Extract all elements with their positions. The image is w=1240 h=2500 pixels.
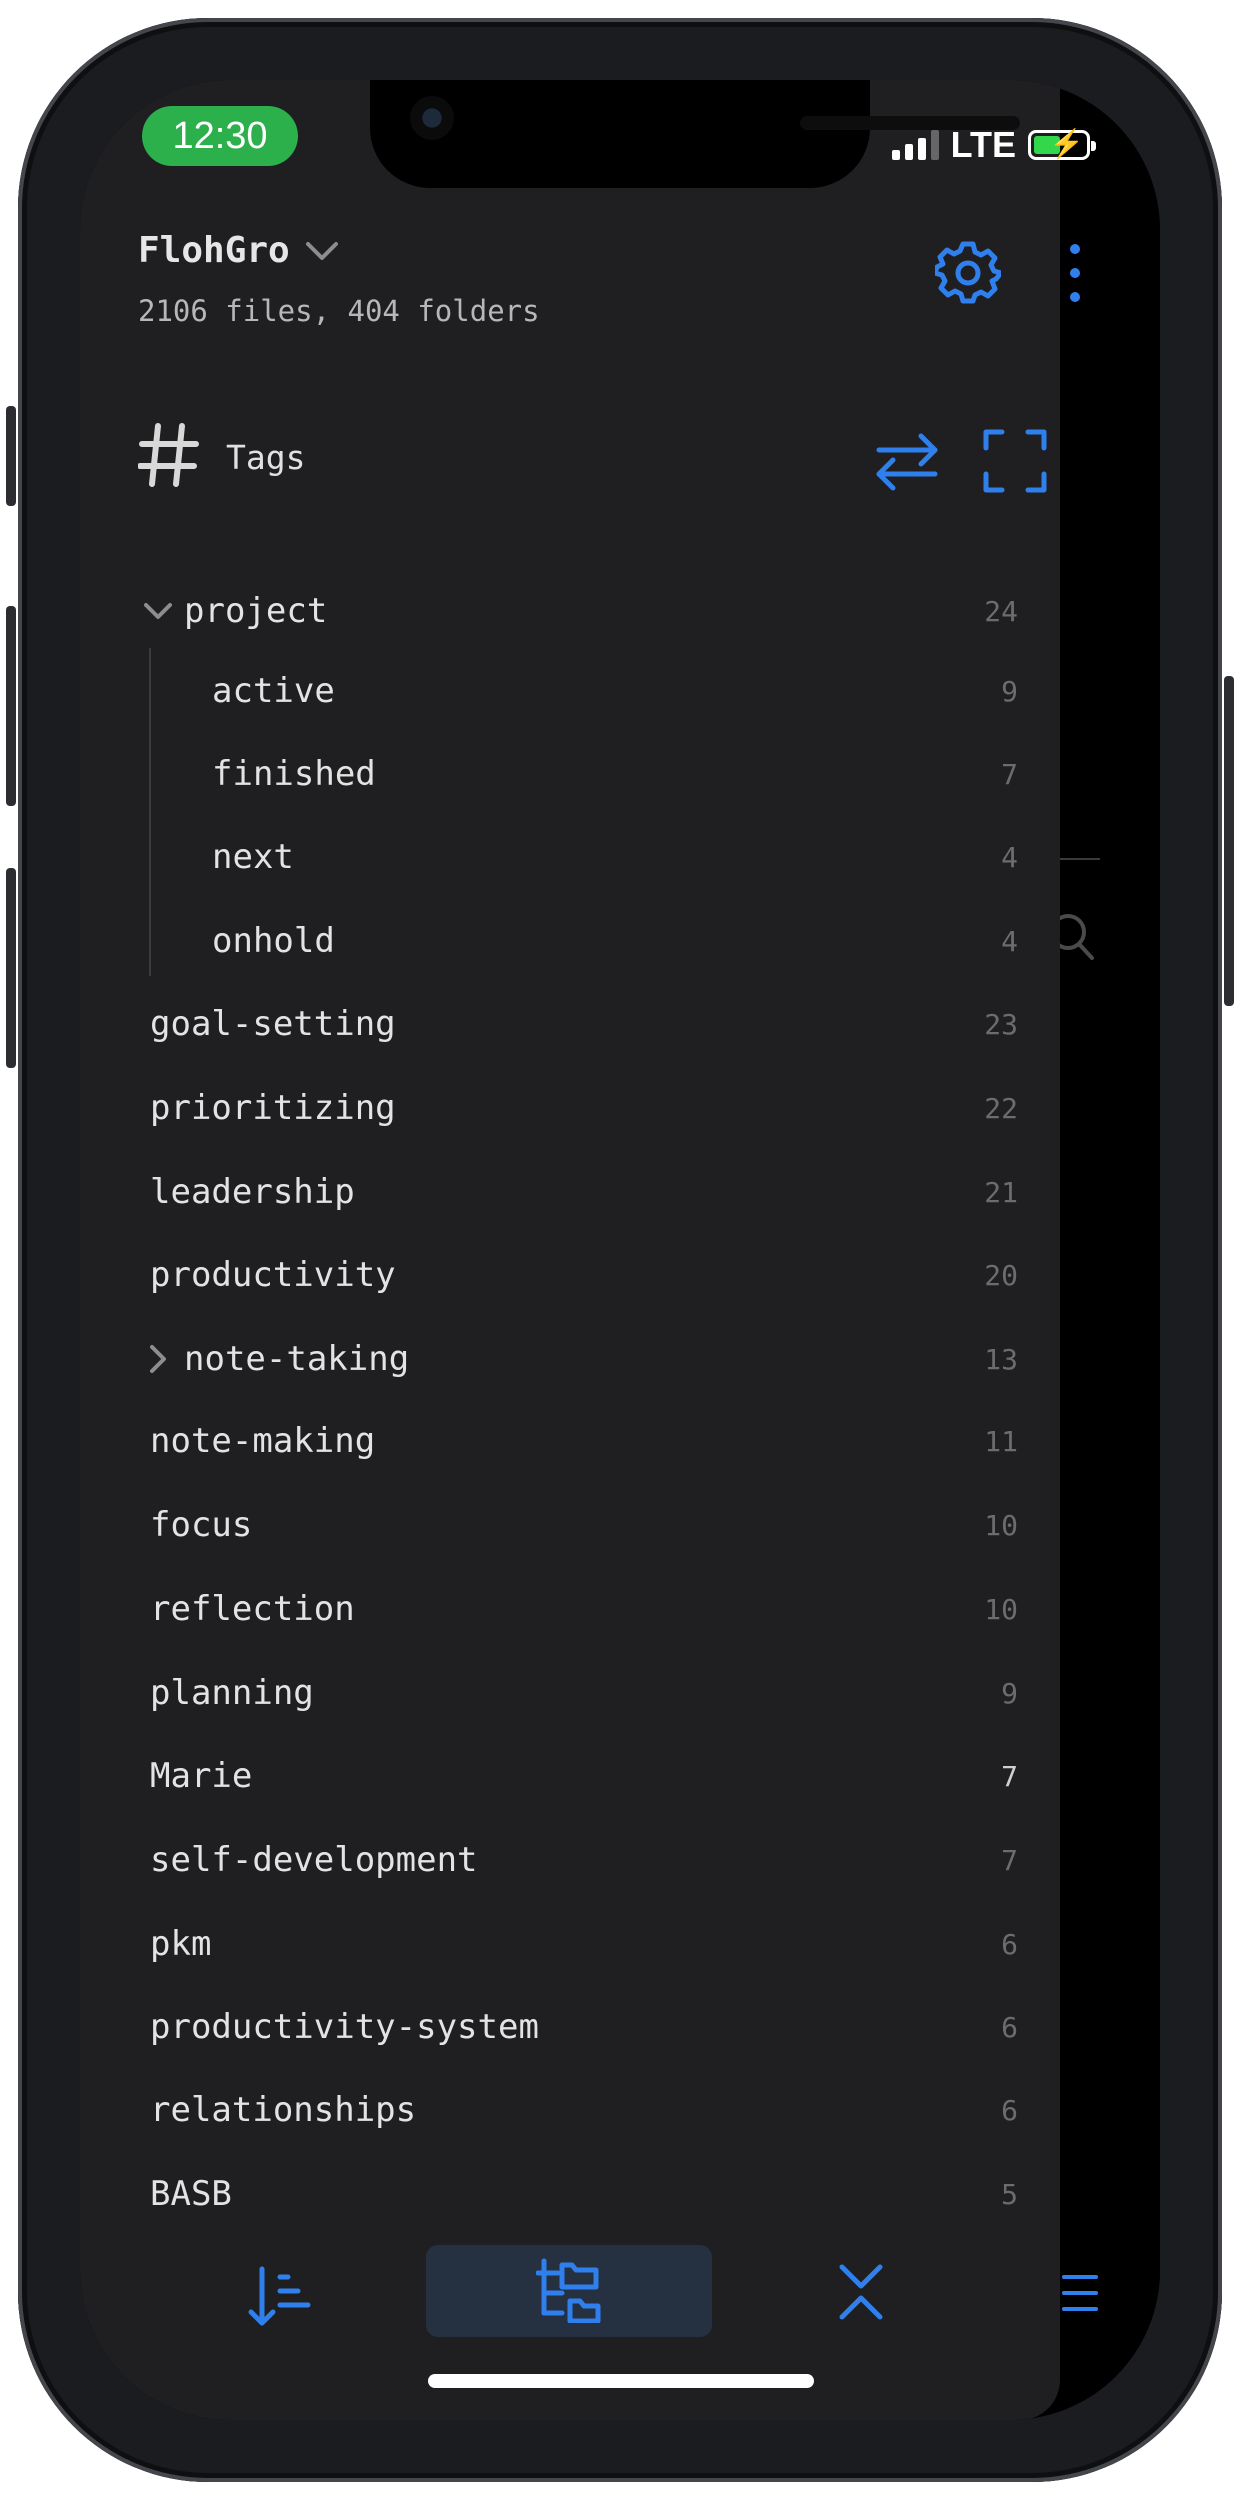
vault-summary: 2106 files, 404 folders — [138, 294, 540, 328]
more-vertical-icon[interactable] — [1068, 242, 1082, 304]
power-button — [1224, 676, 1234, 1006]
tag-row-reflection[interactable]: reflection 10 — [150, 1579, 1018, 1639]
tag-name: BASB — [150, 2174, 232, 2214]
collapse-icon[interactable] — [836, 2261, 886, 2321]
tag-name: prioritizing — [150, 1088, 396, 1128]
sort-icon[interactable] — [246, 2263, 314, 2331]
tag-count: 23 — [984, 1007, 1018, 1041]
background-content — [1080, 80, 1160, 2420]
home-indicator[interactable] — [428, 2374, 814, 2388]
tag-name: focus — [150, 1505, 253, 1545]
tag-name: note-making — [150, 1421, 376, 1461]
tag-name: self-development — [150, 1840, 478, 1880]
tree-guide-line — [149, 648, 151, 976]
tag-row-productivity[interactable]: productivity 20 — [150, 1245, 1018, 1305]
screen: FlohGro 2106 files, 404 folders Tags pro… — [80, 80, 1160, 2420]
action-button — [6, 406, 16, 506]
tag-name: goal-setting — [150, 1004, 396, 1044]
tag-name: planning — [150, 1673, 314, 1713]
tag-row-project[interactable]: project 24 — [138, 581, 1018, 641]
tag-count: 20 — [984, 1258, 1018, 1292]
tag-count: 10 — [984, 1508, 1018, 1542]
tag-row-active[interactable]: active 9 — [212, 661, 1018, 721]
bottom-toolbar — [80, 2245, 1060, 2355]
tag-row-pkm[interactable]: pkm 6 — [150, 1914, 1018, 1974]
swap-arrows-icon[interactable] — [873, 430, 941, 494]
tags-header: Tags — [138, 420, 1047, 510]
chevron-down-icon[interactable] — [138, 591, 178, 631]
chevron-down-icon — [305, 241, 338, 260]
tag-row-basb[interactable]: BASB 5 — [150, 2164, 1018, 2224]
volume-up-button — [6, 606, 16, 806]
tag-count: 24 — [984, 594, 1018, 628]
tags-drawer: FlohGro 2106 files, 404 folders Tags pro… — [80, 80, 1080, 2420]
tag-row-onhold[interactable]: onhold 4 — [212, 911, 1018, 971]
tag-row-leadership[interactable]: leadership 21 — [150, 1162, 1018, 1222]
tag-name: productivity-system — [150, 2007, 539, 2047]
fullscreen-icon[interactable] — [982, 428, 1048, 494]
tag-count: 6 — [1001, 1927, 1018, 1961]
tag-name: finished — [212, 754, 376, 794]
signal-icon — [891, 130, 939, 160]
tag-name: Marie — [150, 1756, 253, 1796]
tag-row-focus[interactable]: focus 10 — [150, 1495, 1018, 1555]
tag-row-self-development[interactable]: self-development 7 — [150, 1830, 1018, 1890]
tag-name: leadership — [150, 1172, 355, 1212]
tag-count: 21 — [984, 1175, 1018, 1209]
tag-count: 6 — [1001, 2093, 1018, 2127]
hash-icon — [138, 423, 199, 487]
tag-count: 7 — [1001, 757, 1018, 791]
tag-row-productivity-system[interactable]: productivity-system 6 — [150, 1997, 1018, 2057]
tag-name: relationships — [150, 2090, 417, 2130]
camera — [410, 96, 454, 140]
chevron-right-icon[interactable] — [138, 1339, 178, 1379]
tag-name: next — [212, 837, 294, 877]
vault-switcher[interactable]: FlohGro — [138, 230, 340, 271]
tag-name: active — [212, 671, 335, 711]
tag-name: project — [184, 591, 328, 631]
tag-row-marie[interactable]: Marie 7 — [150, 1746, 1018, 1806]
status-time: 12:30 — [142, 106, 298, 166]
tag-count: 22 — [984, 1091, 1018, 1125]
tags-title: Tags — [226, 438, 306, 477]
tag-row-relationships[interactable]: relationships 6 — [150, 2080, 1018, 2140]
tag-name: productivity — [150, 1255, 396, 1295]
tag-name: pkm — [150, 1924, 212, 1964]
tag-name: onhold — [212, 921, 335, 961]
tag-row-next[interactable]: next 4 — [212, 827, 1018, 887]
tag-row-goal-setting[interactable]: goal-setting 23 — [150, 994, 1018, 1054]
tag-count: 7 — [1001, 1843, 1018, 1877]
tag-name: reflection — [150, 1589, 355, 1629]
tag-count: 4 — [1001, 924, 1018, 958]
background-divider — [1060, 858, 1100, 860]
tag-name: note-taking — [184, 1339, 410, 1379]
tag-row-note-taking[interactable]: note-taking 13 — [138, 1329, 1018, 1389]
vault-name: FlohGro — [138, 230, 290, 271]
tag-count: 11 — [984, 1424, 1018, 1458]
tag-row-note-making[interactable]: note-making 11 — [150, 1411, 1018, 1471]
tag-row-finished[interactable]: finished 7 — [212, 744, 1018, 804]
tag-count: 9 — [1001, 1676, 1018, 1710]
tag-row-planning[interactable]: planning 9 — [150, 1663, 1018, 1723]
gear-icon[interactable] — [935, 240, 1001, 306]
status-indicators: LTE ⚡ — [891, 124, 1096, 166]
tag-row-prioritizing[interactable]: prioritizing 22 — [150, 1078, 1018, 1138]
tag-count: 13 — [984, 1342, 1018, 1376]
tag-count: 4 — [1001, 840, 1018, 874]
battery-icon: ⚡ — [1028, 129, 1096, 160]
tag-count: 5 — [1001, 2177, 1018, 2211]
menu-icon[interactable] — [1060, 2271, 1100, 2315]
folder-tree-icon[interactable] — [536, 2257, 602, 2323]
tag-count: 6 — [1001, 2010, 1018, 2044]
tag-count: 7 — [1001, 1759, 1018, 1793]
network-label: LTE — [950, 124, 1016, 165]
tag-count: 9 — [1001, 674, 1018, 708]
volume-down-button — [6, 868, 16, 1068]
tag-count: 10 — [984, 1592, 1018, 1626]
